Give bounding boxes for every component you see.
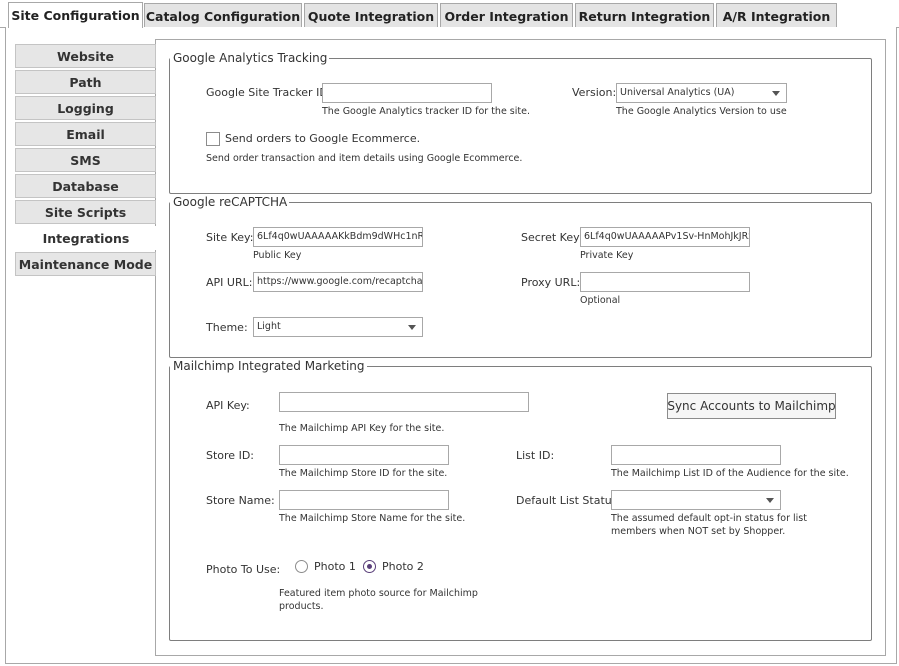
google-analytics-fieldset <box>169 58 872 194</box>
tab-order-integration[interactable]: Order Integration <box>440 3 573 28</box>
sidebar-item-maintenance-mode[interactable]: Maintenance Mode <box>15 252 156 276</box>
sidebar-item-logging[interactable]: Logging <box>15 96 156 120</box>
proxy-url-help: Optional <box>580 295 621 306</box>
tracker-id-help: The Google Analytics tracker ID for the … <box>322 106 530 117</box>
list-id-input[interactable] <box>611 445 781 465</box>
secret-key-label: Secret Key: <box>521 231 583 244</box>
theme-select-value: Light <box>257 321 281 332</box>
default-list-status-help: The assumed default opt-in status for li… <box>611 513 807 537</box>
tab-ar-integration[interactable]: A/R Integration <box>716 3 837 28</box>
version-help: The Google Analytics Version to use <box>616 106 787 117</box>
tab-catalog-configuration[interactable]: Catalog Configuration <box>144 3 302 28</box>
ecommerce-checkbox[interactable] <box>206 132 220 146</box>
api-url-input[interactable]: https://www.google.com/recaptcha/a <box>253 272 423 292</box>
version-label: Version: <box>572 86 617 99</box>
tab-return-integration[interactable]: Return Integration <box>575 3 714 28</box>
api-url-label: API URL: <box>206 276 253 289</box>
store-name-input[interactable] <box>279 490 449 510</box>
mailchimp-legend: Mailchimp Integrated Marketing <box>170 359 367 373</box>
tab-site-configuration[interactable]: Site Configuration <box>8 2 143 28</box>
list-id-help: The Mailchimp List ID of the Audience fo… <box>611 468 849 479</box>
sidebar-item-website[interactable]: Website <box>15 44 156 68</box>
proxy-url-label: Proxy URL: <box>521 276 581 289</box>
tracker-id-input[interactable] <box>322 83 492 103</box>
site-key-label: Site Key: <box>206 231 254 244</box>
list-id-label: List ID: <box>516 449 555 462</box>
chevron-down-icon <box>408 325 416 330</box>
sidebar-item-email[interactable]: Email <box>15 122 156 146</box>
chevron-down-icon <box>766 498 774 503</box>
store-id-input[interactable] <box>279 445 449 465</box>
site-key-input[interactable]: 6Lf4q0wUAAAAAKkBdm9dWHc1nRF_ <box>253 227 423 247</box>
tab-quote-integration[interactable]: Quote Integration <box>304 3 438 28</box>
chevron-down-icon <box>772 91 780 96</box>
sidebar-item-site-scripts[interactable]: Site Scripts <box>15 200 156 224</box>
recaptcha-legend: Google reCAPTCHA <box>170 195 290 209</box>
photo-help: Featured item photo source for Mailchimp… <box>279 588 478 612</box>
api-key-input[interactable] <box>279 392 529 412</box>
tracker-id-label: Google Site Tracker ID: <box>206 86 332 99</box>
store-name-help: The Mailchimp Store Name for the site. <box>279 513 466 524</box>
google-analytics-legend: Google Analytics Tracking <box>170 51 330 65</box>
store-id-help: The Mailchimp Store ID for the site. <box>279 468 448 479</box>
proxy-url-input[interactable] <box>580 272 750 292</box>
sidebar-item-sms[interactable]: SMS <box>15 148 156 172</box>
default-list-status-select[interactable] <box>611 490 781 510</box>
secret-key-input[interactable]: 6Lf4q0wUAAAAAPv1Sv-HnMohJkJRz <box>580 227 750 247</box>
sync-accounts-button[interactable]: Sync Accounts to Mailchimp <box>667 393 836 419</box>
photo-1-radio[interactable] <box>295 560 308 573</box>
version-select[interactable]: Universal Analytics (UA) <box>616 83 787 103</box>
version-select-value: Universal Analytics (UA) <box>620 87 735 98</box>
default-list-status-label: Default List Status: <box>516 494 622 507</box>
ecommerce-label: Send orders to Google Ecommerce. <box>225 132 421 145</box>
theme-select[interactable]: Light <box>253 317 423 337</box>
store-id-label: Store ID: <box>206 449 254 462</box>
sidebar-item-integrations[interactable]: Integrations <box>15 226 157 250</box>
ecommerce-help: Send order transaction and item details … <box>206 153 523 164</box>
site-key-help: Public Key <box>253 250 302 261</box>
api-key-label: API Key: <box>206 399 250 412</box>
photo-1-label: Photo 1 <box>314 560 356 573</box>
sidebar-item-path[interactable]: Path <box>15 70 156 94</box>
secret-key-help: Private Key <box>580 250 634 261</box>
api-key-help: The Mailchimp API Key for the site. <box>279 423 445 434</box>
photo-2-label: Photo 2 <box>382 560 424 573</box>
theme-label: Theme: <box>206 321 248 334</box>
photo-to-use-label: Photo To Use: <box>206 563 281 576</box>
photo-2-radio[interactable] <box>363 560 376 573</box>
store-name-label: Store Name: <box>206 494 275 507</box>
sidebar-item-database[interactable]: Database <box>15 174 156 198</box>
